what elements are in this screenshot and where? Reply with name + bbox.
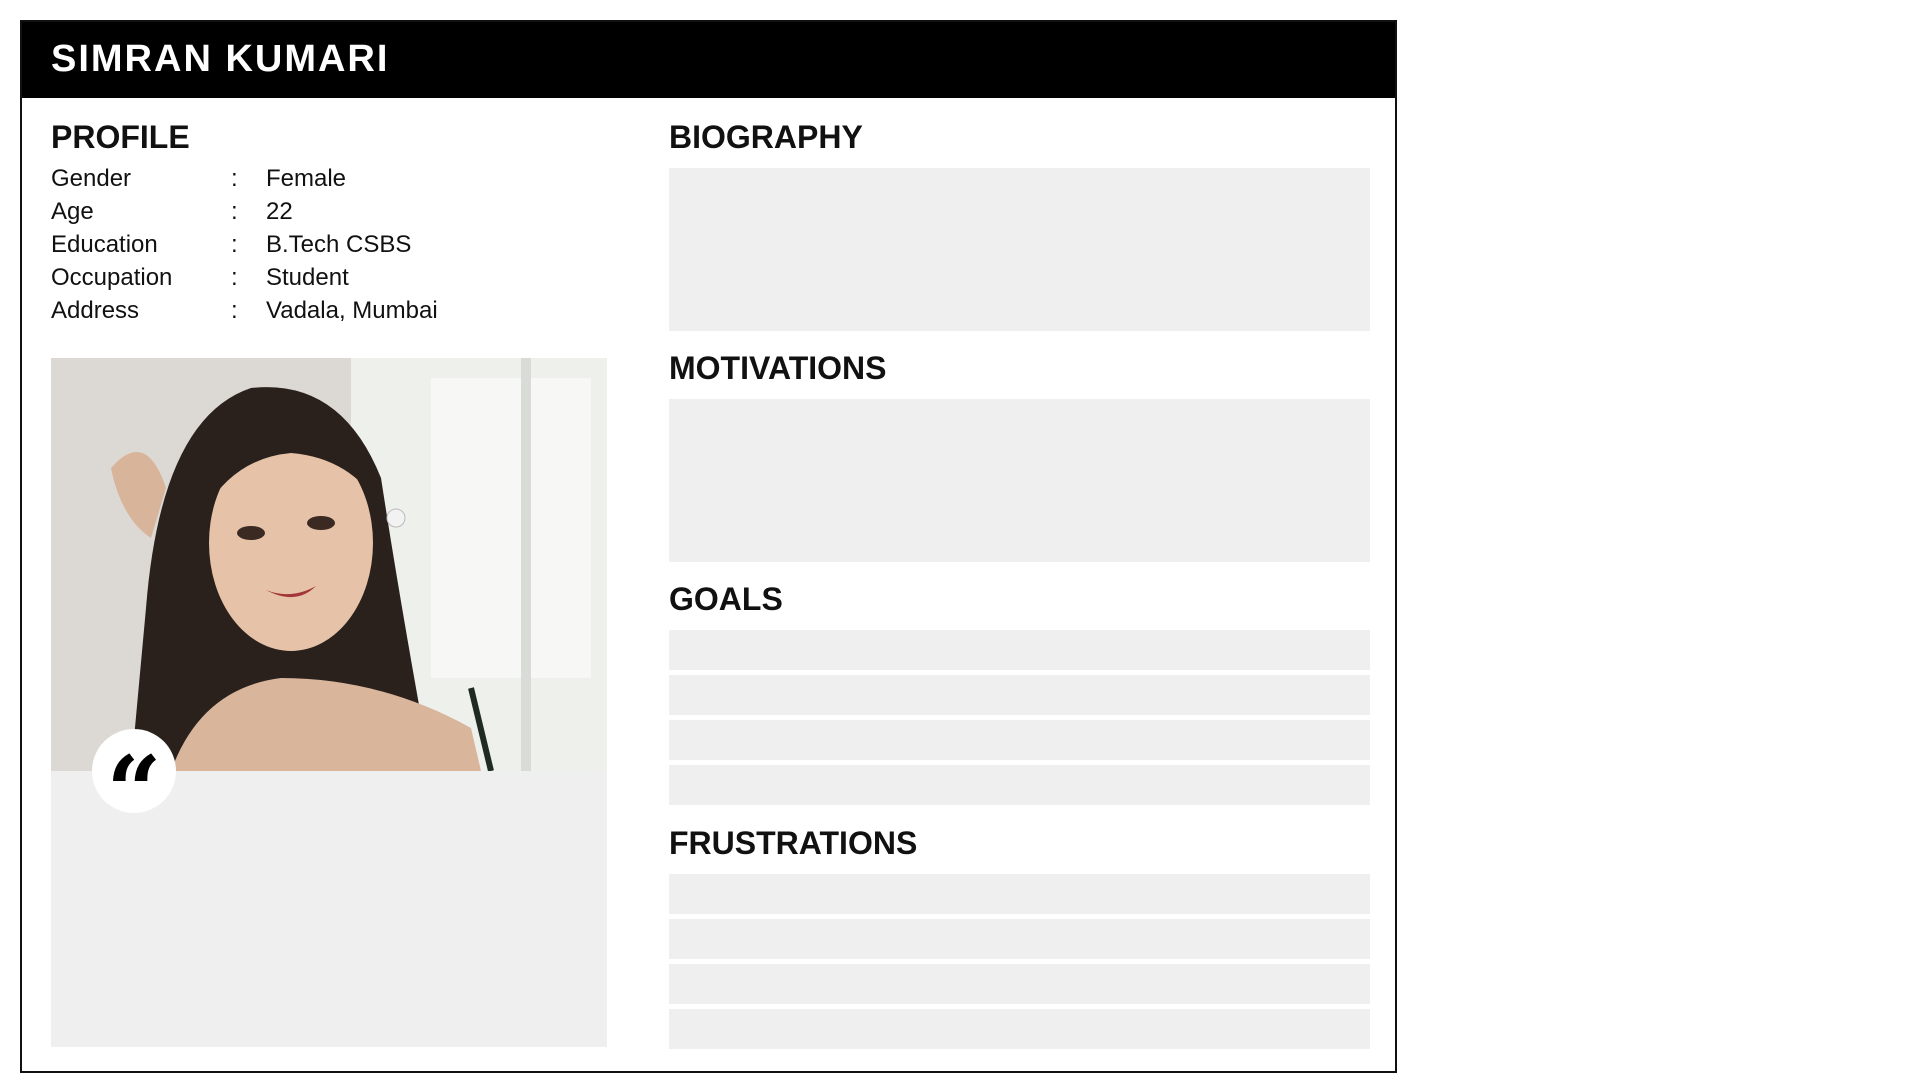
profile-separator: :	[231, 297, 238, 324]
goals-line	[669, 630, 1370, 670]
profile-label: Occupation	[51, 264, 173, 291]
profile-separator: :	[231, 231, 238, 258]
biography-heading: BIOGRAPHY	[669, 119, 863, 155]
frustrations-heading: FRUSTRATIONS	[669, 825, 918, 861]
persona-photo	[51, 358, 607, 771]
goals-line	[669, 675, 1370, 715]
frustrations-line	[669, 964, 1370, 1004]
persona-name: SIMRAN KUMARI	[51, 38, 390, 80]
profile-label: Age	[51, 198, 94, 225]
profile-value: B.Tech CSBS	[266, 231, 412, 258]
quote-icon: “	[106, 735, 162, 848]
motivations-box	[669, 399, 1370, 562]
profile-separator: :	[231, 198, 238, 225]
profile-label: Address	[51, 297, 140, 324]
profile-row-gender: Gender : Female	[51, 164, 571, 197]
profile-value: Female	[266, 165, 347, 192]
frustrations-line	[669, 919, 1370, 959]
profile-value: Vadala, Mumbai	[266, 297, 438, 324]
profile-label: Gender	[51, 165, 132, 192]
frustrations-line	[669, 1009, 1370, 1049]
profile-separator: :	[231, 165, 238, 192]
profile-row-age: Age : 22	[51, 197, 571, 230]
goals-line	[669, 720, 1370, 760]
profile-table: Gender : Female Age : 22 Education : B.T…	[51, 164, 571, 329]
profile-row-address: Address : Vadala, Mumbai	[51, 296, 571, 329]
profile-separator: :	[231, 264, 238, 291]
profile-heading: PROFILE	[51, 119, 190, 155]
profile-row-education: Education : B.Tech CSBS	[51, 230, 571, 263]
persona-card: SIMRAN KUMARI PROFILE Gender : Female Ag…	[20, 20, 1397, 1073]
motivations-heading: MOTIVATIONS	[669, 350, 887, 386]
profile-label: Education	[51, 231, 158, 258]
biography-box	[669, 168, 1370, 331]
goals-line	[669, 765, 1370, 805]
profile-value: Student	[266, 264, 349, 291]
profile-row-occupation: Occupation : Student	[51, 263, 571, 296]
frustrations-line	[669, 874, 1370, 914]
quote-badge: “	[92, 729, 176, 840]
profile-value: 22	[266, 198, 293, 225]
goals-heading: GOALS	[669, 581, 783, 617]
persona-header: SIMRAN KUMARI	[22, 22, 1395, 98]
